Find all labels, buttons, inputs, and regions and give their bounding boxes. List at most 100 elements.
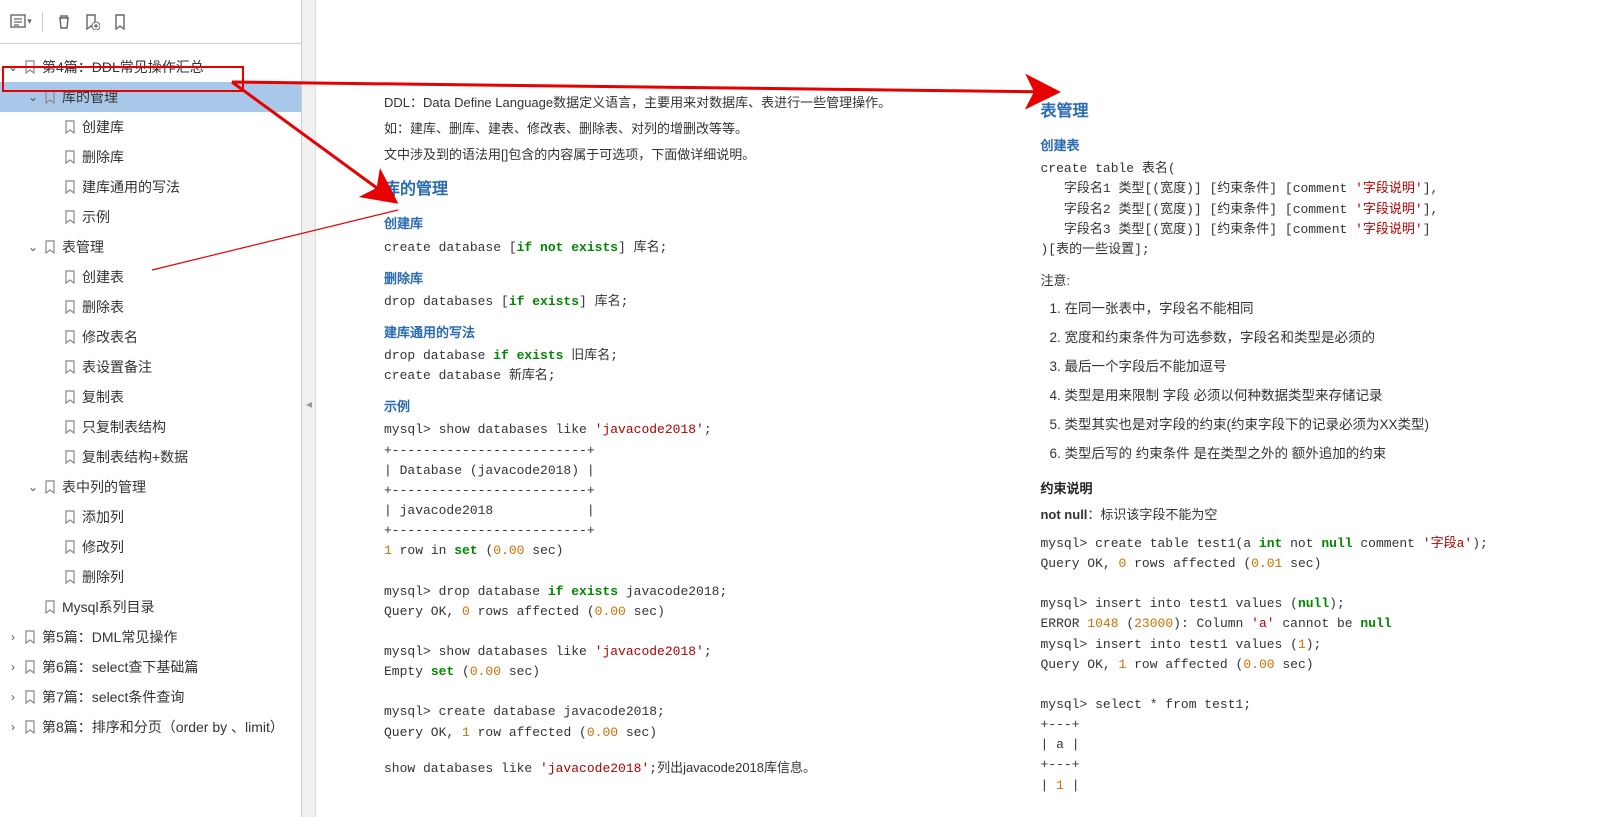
heading-common-db: 建库通用的写法 (384, 322, 982, 344)
list-item: 最后一个字段后不能加逗号 (1064, 356, 1562, 379)
tree-label: 创建表 (82, 267, 295, 287)
notnull-label: not null (1040, 507, 1087, 522)
list-item: 在同一张表中，字段名不能相同 (1064, 298, 1562, 321)
chevron-right-icon[interactable]: › (6, 690, 20, 704)
tree-label: 删除列 (82, 567, 295, 587)
tree-label: 创建库 (82, 117, 295, 137)
tree-row[interactable]: ›修改列 (0, 532, 301, 562)
chevron-right-icon[interactable]: › (6, 630, 20, 644)
bookmark-icon (62, 450, 78, 464)
bookmark-icon (22, 60, 38, 74)
list-item: 宽度和约束条件为可选参数，字段名和类型是必须的 (1064, 327, 1562, 350)
document-content: DDL：Data Define Language数据定义语言，主要用来对数据库、… (316, 0, 1614, 817)
bookmark-ribbon-icon[interactable] (107, 9, 133, 35)
bookmark-icon (22, 720, 38, 734)
bookmark-icon (42, 90, 58, 104)
notnull-desc: not null：标识该字段不能为空 (1040, 504, 1562, 526)
bookmark-icon (62, 210, 78, 224)
code-block: create database [if not exists] 库名; (384, 238, 982, 258)
bookmark-icon (22, 660, 38, 674)
tree-label: 第4篇：DDL常见操作汇总 (42, 57, 295, 77)
bookmark-icon (62, 510, 78, 524)
tree-row[interactable]: ⌄ 第4篇：DDL常见操作汇总 (0, 52, 301, 82)
chevron-right-icon[interactable]: › (6, 720, 20, 734)
sidebar-toolbar: ▾ (0, 0, 301, 44)
bookmark-icon (62, 360, 78, 374)
tree-label: Mysql系列目录 (62, 597, 295, 617)
tree-row[interactable]: › 第8篇：排序和分页（order by 、limit） (0, 712, 301, 742)
tree-label: 表中列的管理 (62, 477, 295, 497)
tree-label: 表管理 (62, 237, 295, 257)
chevron-down-icon[interactable]: ⌄ (26, 240, 40, 254)
tree-label: 复制表 (82, 387, 295, 407)
tree-row[interactable]: ›创建库 (0, 112, 301, 142)
tree-row[interactable]: ›示例 (0, 202, 301, 232)
tree-row[interactable]: ⌄ 表管理 (0, 232, 301, 262)
tree-row[interactable]: ›删除列 (0, 562, 301, 592)
tree-row[interactable]: ›修改表名 (0, 322, 301, 352)
tree-row[interactable]: ›表设置备注 (0, 352, 301, 382)
tree-row[interactable]: › 第7篇：select条件查询 (0, 682, 301, 712)
heading-drop-db: 删除库 (384, 268, 982, 290)
tree-row[interactable]: ›删除表 (0, 292, 301, 322)
chevron-down-icon[interactable]: ⌄ (6, 60, 20, 74)
tree-row[interactable]: ›只复制表结构 (0, 412, 301, 442)
bookmark-icon (62, 300, 78, 314)
tree-label: 库的管理 (62, 87, 295, 107)
tree-row[interactable]: › 第6篇：select查下基础篇 (0, 652, 301, 682)
tree-label: 删除表 (82, 297, 295, 317)
tree-label: 第8篇：排序和分页（order by 、limit） (42, 717, 295, 737)
tree-row[interactable]: › 第5篇：DML常见操作 (0, 622, 301, 652)
tree-row[interactable]: ⌄ 库的管理 (0, 82, 301, 112)
tree-row[interactable]: ›删除库 (0, 142, 301, 172)
tree-label: 删除库 (82, 147, 295, 167)
chevron-down-icon[interactable]: ⌄ (26, 90, 40, 104)
heading-create-table: 创建表 (1040, 135, 1562, 157)
tree-row[interactable]: ›Mysql系列目录 (0, 592, 301, 622)
tree-label: 修改列 (82, 537, 295, 557)
bookmark-icon (62, 540, 78, 554)
tree-row[interactable]: ›添加列 (0, 502, 301, 532)
options-icon[interactable]: ▾ (8, 9, 34, 35)
bookmark-icon (62, 270, 78, 284)
tree-row[interactable]: ›复制表结构+数据 (0, 442, 301, 472)
tree-label: 添加列 (82, 507, 295, 527)
bookmark-icon (62, 420, 78, 434)
collapse-handle-icon[interactable]: ◂ (303, 394, 315, 414)
code-block: drop databases [if exists] 库名; (384, 292, 982, 312)
bookmark-icon (42, 240, 58, 254)
intro-line: DDL：Data Define Language数据定义语言，主要用来对数据库、… (384, 92, 982, 114)
tree-label: 修改表名 (82, 327, 295, 347)
tree-row[interactable]: ›建库通用的写法 (0, 172, 301, 202)
notes-list: 在同一张表中，字段名不能相同宽度和约束条件为可选参数，字段名和类型是必须的最后一… (1064, 298, 1562, 466)
tree-label: 第5篇：DML常见操作 (42, 627, 295, 647)
chevron-down-icon[interactable]: ⌄ (26, 480, 40, 494)
bookmark-icon (22, 630, 38, 644)
intro-line: 文中涉及到的语法用[]包含的内容属于可选项，下面做详细说明。 (384, 144, 982, 166)
bookmark-tree[interactable]: ⌄第4篇：DDL常见操作汇总⌄库的管理›创建库›删除库›建库通用的写法›示例⌄表… (0, 44, 301, 817)
tree-label: 第6篇：select查下基础篇 (42, 657, 295, 677)
code-block: mysql> create table test1(a int not null… (1040, 534, 1562, 796)
heading-create-db: 创建库 (384, 213, 982, 235)
code-block: create table 表名( 字段名1 类型[(宽度)] [约束条件] [c… (1040, 159, 1562, 260)
splitter-gutter[interactable]: ◂ (302, 0, 316, 817)
tree-row[interactable]: ›创建表 (0, 262, 301, 292)
tree-label: 示例 (82, 207, 295, 227)
note-heading: 注意: (1040, 270, 1562, 292)
list-item: 类型是用来限制 字段 必须以何种数据类型来存储记录 (1064, 385, 1562, 408)
code-block: drop database if exists 旧库名; create data… (384, 346, 982, 386)
heading-example: 示例 (384, 396, 982, 418)
heading-constraint: 约束说明 (1040, 478, 1562, 500)
bookmark-icon (62, 330, 78, 344)
tree-row[interactable]: ⌄ 表中列的管理 (0, 472, 301, 502)
list-item: 类型其实也是对字段的约束(约束字段下的记录必须为XX类型) (1064, 414, 1562, 437)
tree-label: 只复制表结构 (82, 417, 295, 437)
delete-icon[interactable] (51, 9, 77, 35)
add-bookmark-icon[interactable] (79, 9, 105, 35)
chevron-right-icon[interactable]: › (6, 660, 20, 674)
heading-lib-mgmt: 库的管理 (384, 176, 982, 203)
page-left: DDL：Data Define Language数据定义语言，主要用来对数据库、… (384, 22, 1000, 817)
tree-label: 第7篇：select条件查询 (42, 687, 295, 707)
heading-table-mgmt: 表管理 (1040, 98, 1562, 125)
tree-row[interactable]: ›复制表 (0, 382, 301, 412)
